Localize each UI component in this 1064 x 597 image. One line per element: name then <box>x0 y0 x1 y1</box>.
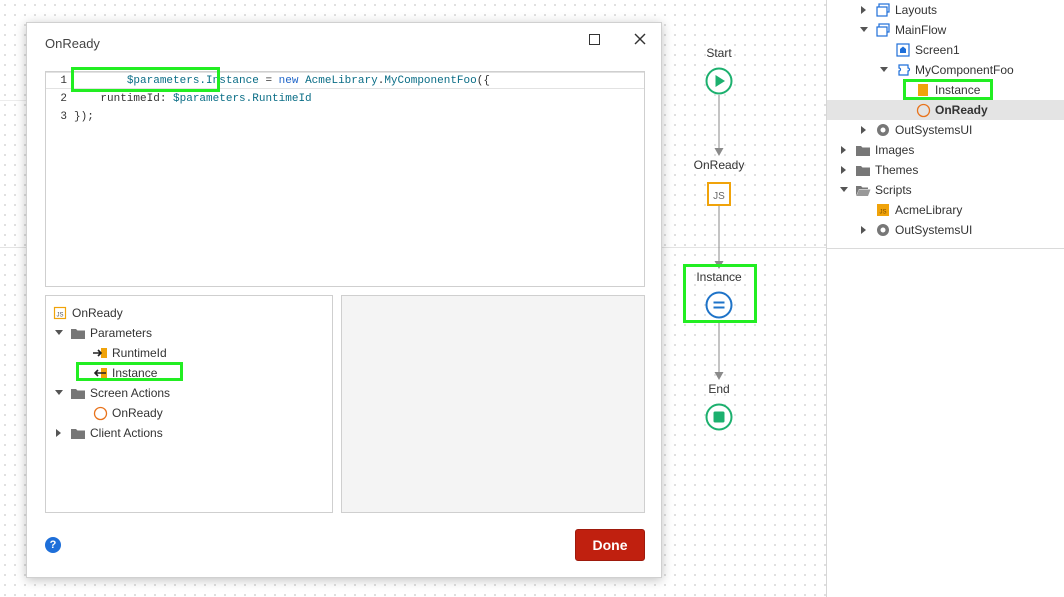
tree-item-mainflow[interactable]: MainFlow <box>859 20 946 40</box>
component-icon <box>895 62 911 78</box>
tree-item-scripts[interactable]: Scripts <box>839 180 912 200</box>
client-action-icon <box>915 102 931 118</box>
tree-item-outsystemsui-2[interactable]: OutSystemsUI <box>859 220 972 240</box>
tree-item-acmelibrary[interactable]: JS AcmeLibrary <box>875 200 962 220</box>
screen-icon <box>895 42 911 58</box>
tree-item-label: MainFlow <box>895 23 947 37</box>
folder-icon <box>855 162 871 178</box>
tree-item-label: OnReady <box>935 103 988 117</box>
tree-item-layouts[interactable]: Layouts <box>859 0 937 20</box>
elements-tree-panel: Layouts MainFlow Screen1 MyComponentFoo … <box>826 0 1064 597</box>
collapse-arrow-icon[interactable] <box>839 146 849 154</box>
collapse-arrow-icon[interactable] <box>859 226 869 234</box>
js-icon: JS <box>875 202 891 218</box>
folder-open-icon <box>855 182 871 198</box>
variable-icon <box>915 82 931 98</box>
flow-icon <box>875 22 891 38</box>
flow-end-node[interactable] <box>705 403 733 431</box>
flow-js-node[interactable]: JS <box>707 182 731 206</box>
tree-item-label: AcmeLibrary <box>895 203 963 217</box>
tree-item-label: Instance <box>935 83 981 97</box>
tree-item-label: Screen1 <box>915 43 960 57</box>
tree-item-label: Themes <box>875 163 919 177</box>
js-icon: JS <box>707 182 731 206</box>
tree-item-outsystemsui-1[interactable]: OutSystemsUI <box>859 120 972 140</box>
svg-text:JS: JS <box>713 191 725 202</box>
tree-item-images[interactable]: Images <box>839 140 914 160</box>
folder-icon <box>855 142 871 158</box>
tree-item-onready[interactable]: OnReady <box>915 100 988 120</box>
flow-start-label: Start <box>706 46 732 60</box>
expand-arrow-icon[interactable] <box>859 27 869 33</box>
tree-item-instance[interactable]: Instance <box>915 80 980 100</box>
stop-icon <box>705 403 733 431</box>
tree-item-label: Scripts <box>875 183 912 197</box>
tree-item-mycomponentfoo[interactable]: MyComponentFoo <box>879 60 1014 80</box>
tree-item-label: OutSystemsUI <box>895 123 973 137</box>
flow-start-node[interactable] <box>705 67 733 95</box>
assign-icon <box>705 291 733 319</box>
tree-item-label: MyComponentFoo <box>915 63 1014 77</box>
expand-arrow-icon[interactable] <box>839 187 849 193</box>
flow-instance-label: Instance <box>696 270 742 284</box>
collapse-arrow-icon[interactable] <box>859 126 869 134</box>
expand-arrow-icon[interactable] <box>879 67 889 73</box>
module-icon <box>875 122 891 138</box>
tree-item-label: Images <box>875 143 915 157</box>
collapse-arrow-icon[interactable] <box>839 166 849 174</box>
flow-end-label: End <box>708 382 730 396</box>
collapse-arrow-icon[interactable] <box>859 6 869 14</box>
tree-item-label: Layouts <box>895 3 938 17</box>
tree-item-screen1[interactable]: Screen1 <box>895 40 960 60</box>
flow-icon <box>875 2 891 18</box>
play-icon <box>705 67 733 95</box>
flow-assign-node[interactable] <box>705 291 733 319</box>
svg-text:JS: JS <box>879 210 886 216</box>
panel-separator <box>827 248 1064 249</box>
tree-item-label: OutSystemsUI <box>895 223 973 237</box>
module-icon <box>875 222 891 238</box>
tree-item-themes[interactable]: Themes <box>839 160 918 180</box>
flow-onready-label: OnReady <box>693 158 745 172</box>
